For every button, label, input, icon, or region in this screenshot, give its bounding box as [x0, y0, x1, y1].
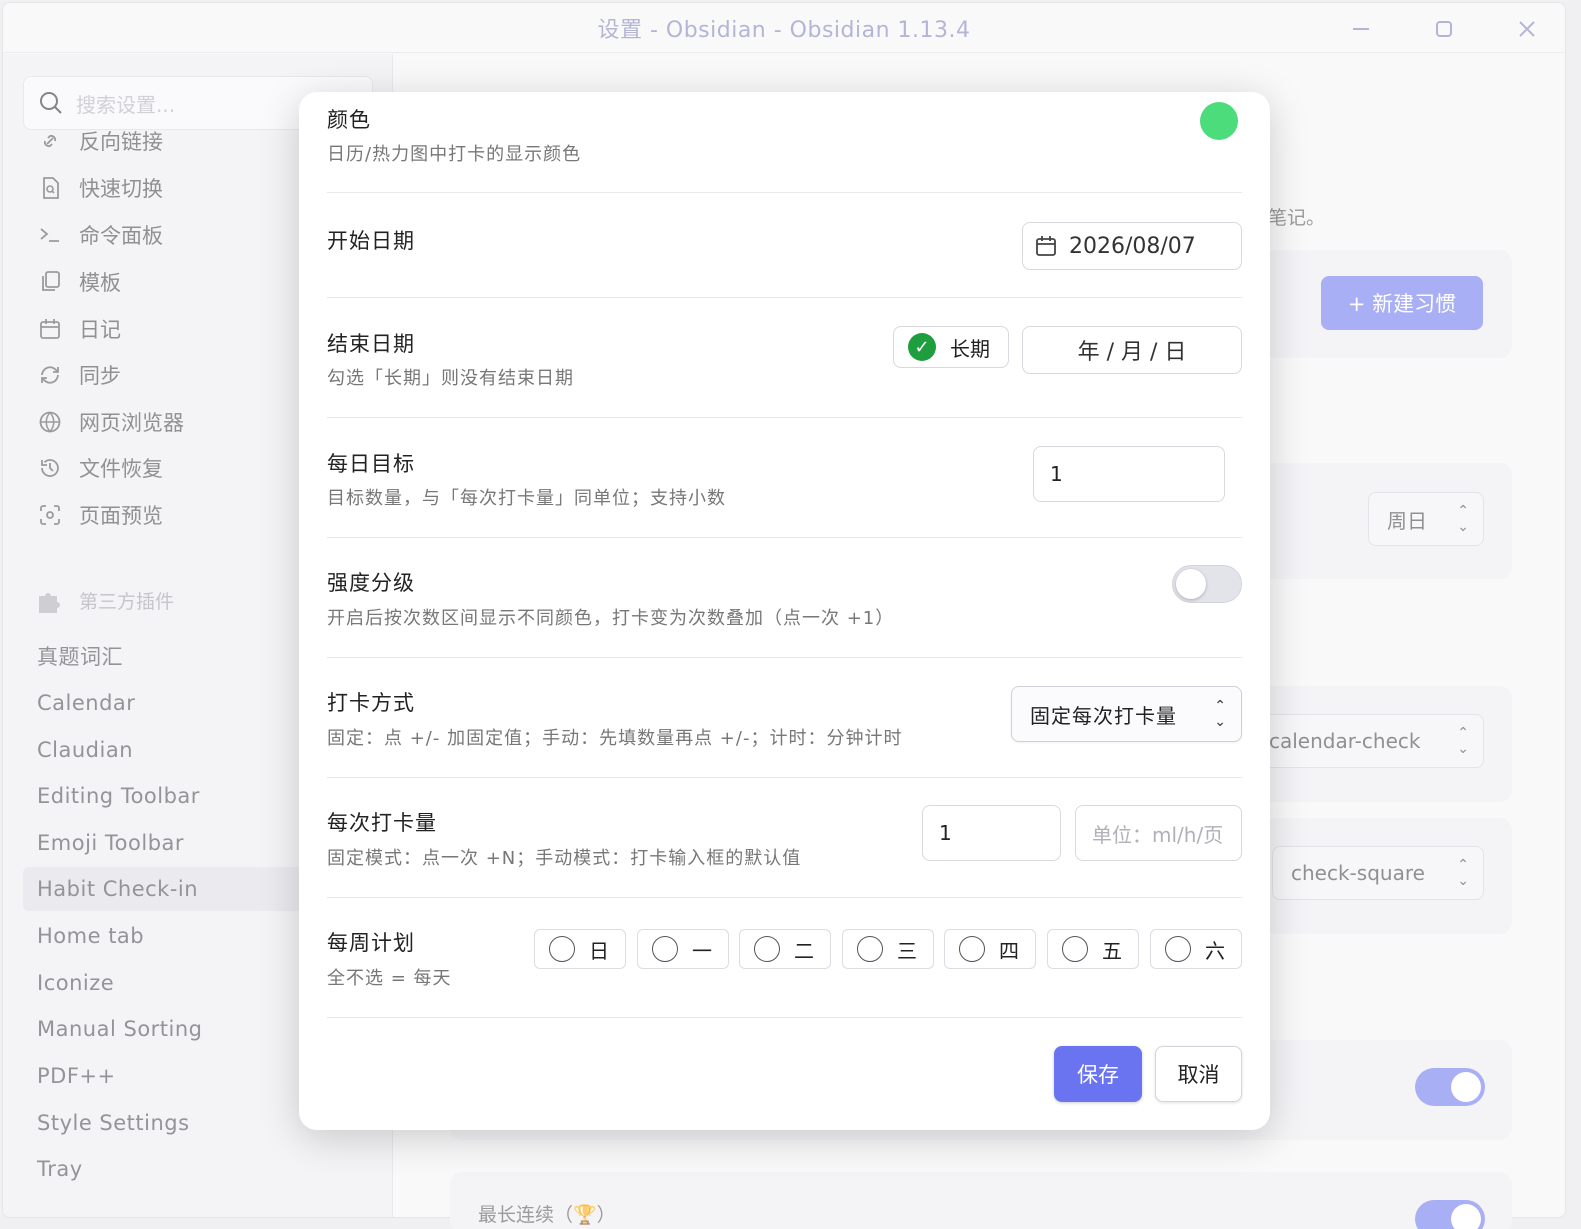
weekday-label: 六 [1205, 938, 1225, 963]
weekday-checkbox-sun[interactable]: 日 [534, 929, 626, 969]
setting-desc: 开启后按次数区间显示不同颜色，打卡变为次数叠加（点一次 +1） [327, 608, 895, 629]
setting-label: 颜色 [327, 108, 371, 132]
weekday-checkbox-thu[interactable]: 四 [944, 929, 1036, 969]
cancel-button[interactable]: 取消 [1155, 1046, 1242, 1102]
weekday-checkbox-sat[interactable]: 六 [1150, 929, 1242, 969]
setting-label: 结束日期 [327, 332, 415, 356]
weekday-checkbox-tue[interactable]: 二 [739, 929, 831, 969]
setting-label: 打卡方式 [327, 691, 415, 715]
radio-circle [959, 936, 985, 962]
weekday-label: 日 [589, 938, 609, 963]
setting-row-weekly-plan: 每周计划 全不选 = 每天 日 一 二 三 四 五 六 [327, 898, 1242, 1018]
setting-desc: 目标数量，与「每次打卡量」同单位；支持小数 [327, 488, 726, 509]
radio-circle [652, 936, 678, 962]
setting-row-start-date: 开始日期 2026/08/07 [327, 193, 1242, 298]
daily-goal-input[interactable]: 1 [1033, 446, 1225, 502]
calendar-icon [1036, 236, 1056, 256]
per-checkin-input[interactable]: 1 [922, 805, 1061, 861]
setting-row-intensity: 强度分级 开启后按次数区间显示不同颜色，打卡变为次数叠加（点一次 +1） [327, 538, 1242, 658]
chevron-updown-icon: ⌃ ⌄ [1214, 698, 1227, 730]
checkin-mode-value: 固定每次打卡量 [1030, 703, 1177, 728]
weekday-label: 五 [1102, 938, 1122, 963]
weekday-label: 三 [897, 938, 917, 963]
unit-input[interactable]: 单位：ml/h/页 [1075, 805, 1242, 861]
longterm-checkbox[interactable]: ✓ 长期 [893, 326, 1009, 368]
radio-circle [1062, 936, 1088, 962]
setting-row-end-date: 结束日期 勾选「长期」则没有结束日期 ✓ 长期 年 / 月 / 日 [327, 298, 1242, 418]
end-date-input[interactable]: 年 / 月 / 日 [1022, 326, 1242, 374]
radio-circle [857, 936, 883, 962]
setting-row-checkin-mode: 打卡方式 固定：点 +/- 加固定值；手动：先填数量再点 +/-；计时：分钟计时… [327, 658, 1242, 778]
setting-desc: 固定：点 +/- 加固定值；手动：先填数量再点 +/-；计时：分钟计时 [327, 728, 903, 749]
weekday-checkbox-mon[interactable]: 一 [637, 929, 729, 969]
end-date-value: 年 / 月 / 日 [1077, 340, 1187, 365]
setting-label: 强度分级 [327, 571, 415, 595]
setting-row-daily-goal: 每日目标 目标数量，与「每次打卡量」同单位；支持小数 1 [327, 418, 1242, 538]
setting-desc: 全不选 = 每天 [327, 968, 452, 989]
intensity-toggle[interactable] [1172, 565, 1242, 603]
setting-label: 每日目标 [327, 452, 415, 476]
setting-desc: 固定模式：点一次 +N；手动模式：打卡输入框的默认值 [327, 848, 802, 869]
habit-edit-modal: 颜色 日历/热力图中打卡的显示颜色 开始日期 2026/08/07 结束日期 勾… [299, 92, 1270, 1130]
setting-desc: 勾选「长期」则没有结束日期 [327, 368, 574, 389]
setting-row-per-checkin: 每次打卡量 固定模式：点一次 +N；手动模式：打卡输入框的默认值 1 单位：ml… [327, 778, 1242, 898]
weekday-checkbox-fri[interactable]: 五 [1047, 929, 1139, 969]
save-button[interactable]: 保存 [1054, 1046, 1142, 1102]
setting-label: 开始日期 [327, 229, 415, 253]
setting-label: 每周计划 [327, 931, 415, 955]
longterm-label: 长期 [950, 336, 990, 361]
weekday-label: 二 [794, 938, 814, 963]
setting-desc: 日历/热力图中打卡的显示颜色 [327, 144, 582, 165]
start-date-value: 2026/08/07 [1069, 233, 1196, 259]
setting-label: 每次打卡量 [327, 811, 437, 835]
radio-circle [549, 936, 575, 962]
check-icon: ✓ [908, 333, 936, 361]
radio-circle [1165, 936, 1191, 962]
radio-circle [754, 936, 780, 962]
weekday-checkbox-wed[interactable]: 三 [842, 929, 934, 969]
start-date-input[interactable]: 2026/08/07 [1022, 222, 1242, 270]
color-picker[interactable] [1200, 102, 1238, 140]
weekday-label: 四 [999, 938, 1019, 963]
weekday-label: 一 [692, 938, 712, 963]
checkin-mode-select[interactable]: 固定每次打卡量 ⌃ ⌄ [1011, 686, 1242, 742]
setting-row-color: 颜色 日历/热力图中打卡的显示颜色 [327, 92, 1242, 193]
